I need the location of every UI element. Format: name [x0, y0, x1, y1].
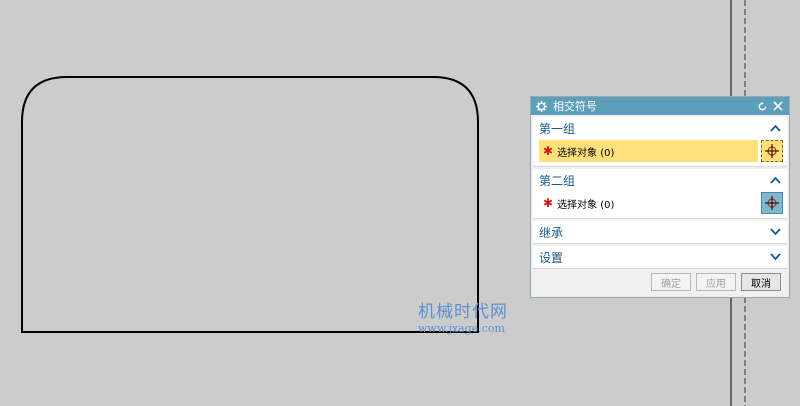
section-label: 第一组 — [539, 121, 576, 136]
section-settings: 设置 — [533, 246, 787, 269]
section-inherit: 继承 — [533, 221, 787, 244]
section-label: 继承 — [539, 225, 564, 240]
select-object-field-1[interactable]: ✱ 选择对象 (0) — [539, 140, 758, 162]
watermark-text: 机械时代网 — [418, 302, 508, 322]
select-object-label: 选择对象 (0) — [557, 147, 615, 159]
intersection-symbol-dialog: 相交符号 第一组 ✱ 选择对象 (0) 第二组 ✱ 选择对象 (0) 继承 设置… — [530, 96, 790, 298]
reset-icon[interactable] — [755, 99, 769, 113]
ok-button[interactable]: 确定 — [651, 273, 691, 291]
required-marker: ✱ — [543, 144, 554, 158]
cancel-button[interactable]: 取消 — [741, 273, 781, 291]
dialog-title: 相交符号 — [553, 100, 597, 113]
section-header-group-2[interactable]: 第二组 — [533, 169, 787, 191]
section-group-2: 第二组 ✱ 选择对象 (0) — [533, 169, 787, 219]
chevron-down-icon[interactable] — [769, 251, 781, 263]
dialog-title-bar[interactable]: 相交符号 — [531, 97, 789, 115]
required-marker: ✱ — [543, 196, 554, 210]
close-icon[interactable] — [771, 99, 785, 113]
pick-object-button-1[interactable] — [761, 140, 783, 162]
apply-button[interactable]: 应用 — [696, 273, 736, 291]
crosshair-icon — [765, 144, 779, 158]
select-object-field-2[interactable]: ✱ 选择对象 (0) — [539, 192, 758, 214]
select-object-label: 选择对象 (0) — [557, 199, 615, 211]
section-label: 第二组 — [539, 173, 576, 188]
pick-object-button-2[interactable] — [761, 192, 783, 214]
section-group-1: 第一组 ✱ 选择对象 (0) — [533, 117, 787, 167]
chevron-up-icon[interactable] — [769, 122, 781, 134]
rounded-rectangle-sketch[interactable] — [21, 76, 479, 333]
gear-icon — [535, 100, 547, 112]
section-header-group-1[interactable]: 第一组 — [533, 117, 787, 139]
chevron-up-icon[interactable] — [769, 174, 781, 186]
watermark: 机械时代网 www.jxage.com — [418, 302, 508, 335]
section-header-inherit[interactable]: 继承 — [533, 221, 787, 243]
crosshair-icon — [765, 196, 779, 210]
select-object-row-2[interactable]: ✱ 选择对象 (0) — [533, 191, 787, 215]
dialog-footer: 确定 应用 取消 — [531, 267, 789, 297]
select-object-row-1[interactable]: ✱ 选择对象 (0) — [533, 139, 787, 163]
section-header-settings[interactable]: 设置 — [533, 246, 787, 268]
chevron-down-icon[interactable] — [769, 226, 781, 238]
section-label: 设置 — [539, 250, 564, 265]
watermark-url: www.jxage.com — [418, 322, 505, 335]
